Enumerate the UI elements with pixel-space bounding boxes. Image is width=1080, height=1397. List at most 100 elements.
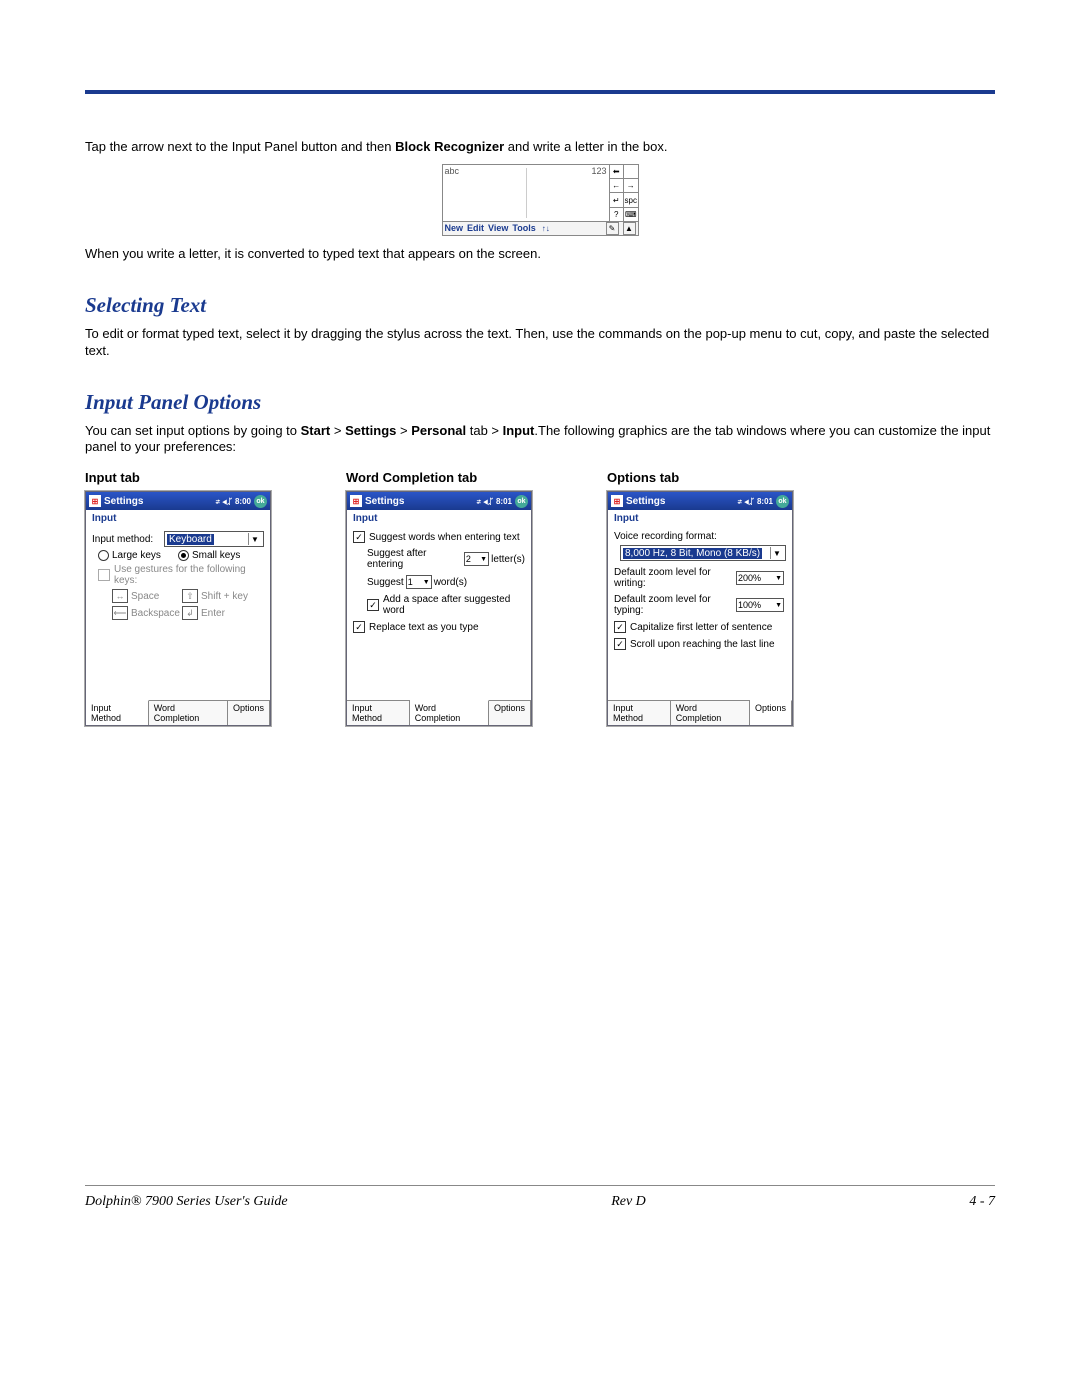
gesture-space-label: Space: [131, 591, 159, 602]
footer-right: 4 - 7: [969, 1194, 995, 1210]
ok-button[interactable]: ok: [776, 495, 789, 508]
tab-options[interactable]: Options: [489, 701, 531, 725]
col-title-input: Input tab: [85, 470, 271, 485]
tab-word-completion[interactable]: Word Completion: [149, 701, 228, 725]
window-subtitle: Input: [608, 510, 792, 527]
ok-button[interactable]: ok: [254, 495, 267, 508]
tab-input-method[interactable]: Input Method: [86, 700, 149, 725]
chevron-down-icon: ▼: [423, 579, 430, 586]
suggest-after-label-a: Suggest after entering: [367, 548, 462, 570]
col-title-options: Options tab: [607, 470, 793, 485]
block-recognizer-canvas: abc 123: [443, 165, 610, 221]
zoom-type-dropdown[interactable]: 100%▼: [736, 598, 784, 612]
voice-format-label: Voice recording format:: [614, 531, 786, 542]
signal-icon: ⇄ ◀ᛢ: [476, 497, 493, 506]
right-icon: →: [624, 179, 638, 192]
block-recognizer-figure: abc 123 ⬅ ←→ ↵spc ?⌨ New Edit View Tools…: [442, 164, 639, 236]
voice-format-value: 8,000 Hz, 8 Bit, Mono (8 KB/s): [623, 548, 762, 559]
suggest-words-label: Suggest words when entering text: [369, 532, 520, 543]
gesture-backspace-label: Backspace: [131, 608, 180, 619]
checkbox-add-space[interactable]: [367, 599, 379, 611]
checkbox-suggest-words[interactable]: [353, 531, 365, 543]
options-tab-screenshot: ⊞ Settings ⇄ ◀ᛢ 8:01 ok Input Voice reco…: [607, 491, 793, 726]
123-label: 123: [591, 166, 606, 176]
checkbox-use-gestures[interactable]: [98, 569, 110, 581]
zoom-write-dropdown[interactable]: 200% ▼: [736, 571, 784, 585]
menu-view: View: [488, 223, 508, 233]
ipb-a: You can set input options by going to: [85, 423, 301, 438]
chevron-down-icon: ▼: [775, 575, 782, 582]
tab-word-completion[interactable]: Word Completion: [410, 700, 489, 725]
chevron-down-icon: ▼: [480, 556, 487, 563]
use-gestures-label: Use gestures for the following keys:: [114, 564, 264, 586]
footer-center: Rev D: [611, 1194, 646, 1210]
suggest-n-label-b: word(s): [434, 577, 467, 588]
gesture-space-icon: ↔: [112, 589, 128, 603]
abc-label: abc: [445, 166, 460, 176]
signal-icon: ⇄ ◀ᛢ: [215, 497, 232, 506]
wordcompletion-tab-screenshot: ⊞ Settings ⇄ ◀ᛢ 8:01 ok Input Suggest wo…: [346, 491, 532, 726]
tab-options[interactable]: Options: [750, 700, 792, 725]
zoom-type-value: 100%: [738, 600, 761, 610]
footer-rule: [85, 1185, 995, 1186]
triangle-up-icon: ▲: [623, 222, 636, 235]
input-method-value: Keyboard: [167, 534, 214, 545]
tab-word-completion[interactable]: Word Completion: [671, 701, 750, 725]
suggest-n-value: 1: [408, 577, 413, 587]
col-title-wordcompletion: Word Completion tab: [346, 470, 532, 485]
gesture-shift-icon: ⇧: [182, 589, 198, 603]
ipb-tabword: tab >: [466, 423, 503, 438]
empty-cell: [624, 165, 638, 178]
heading-input-panel-options: Input Panel Options: [85, 390, 995, 415]
windows-flag-icon: ⊞: [611, 495, 623, 507]
enter-icon: ↵: [610, 193, 625, 206]
updown-icon: ↑↓: [542, 224, 550, 233]
radio-large-keys[interactable]: [98, 550, 109, 561]
suggest-after-dropdown[interactable]: 2▼: [464, 552, 489, 566]
input-method-label: Input method:: [92, 534, 164, 545]
titlebar-text: Settings: [104, 496, 143, 507]
chevron-down-icon: ▼: [770, 547, 783, 559]
time-label: 8:00: [235, 497, 251, 506]
ok-button[interactable]: ok: [515, 495, 528, 508]
tab-input-method[interactable]: Input Method: [347, 701, 410, 725]
gesture-enter-icon: ↲: [182, 606, 198, 620]
time-label: 8:01: [757, 497, 773, 506]
suggest-n-label-a: Suggest: [367, 577, 404, 588]
top-rule: [85, 90, 995, 94]
scroll-label: Scroll upon reaching the last line: [630, 639, 775, 650]
suggest-after-label-b: letter(s): [491, 554, 525, 565]
voice-format-dropdown[interactable]: 8,000 Hz, 8 Bit, Mono (8 KB/s) ▼: [620, 545, 786, 561]
intro-line1: Tap the arrow next to the Input Panel bu…: [85, 139, 995, 156]
space-key: spc: [624, 193, 638, 206]
window-subtitle: Input: [86, 510, 270, 527]
window-subtitle: Input: [347, 510, 531, 527]
keyboard-icon: ⌨: [624, 208, 638, 221]
zoom-write-value: 200%: [738, 573, 761, 583]
heading-selecting-text: Selecting Text: [85, 293, 995, 318]
input-tab-screenshot: ⊞ Settings ⇄ ◀ᛢ 8:00 ok Input Input meth…: [85, 491, 271, 726]
selecting-text-body: To edit or format typed text, select it …: [85, 326, 995, 360]
gesture-enter-label: Enter: [201, 608, 225, 619]
ipb-gt1: >: [330, 423, 345, 438]
checkbox-capitalize[interactable]: [614, 621, 626, 633]
radio-small-keys[interactable]: [178, 550, 189, 561]
input-method-dropdown[interactable]: Keyboard ▼: [164, 531, 264, 547]
intro-line2: When you write a letter, it is converted…: [85, 246, 995, 263]
tab-options[interactable]: Options: [228, 701, 270, 725]
signal-icon: ⇄ ◀ᛢ: [737, 497, 754, 506]
suggest-after-value: 2: [466, 554, 471, 564]
capitalize-label: Capitalize first letter of sentence: [630, 622, 772, 633]
suggest-n-dropdown[interactable]: 1▼: [406, 575, 432, 589]
pen-icon: ✎: [606, 222, 619, 235]
tab-input-method[interactable]: Input Method: [608, 701, 671, 725]
checkbox-replace-text[interactable]: [353, 621, 365, 633]
left-icon: ←: [610, 179, 625, 192]
ipb-personal: Personal: [411, 423, 466, 438]
checkbox-scroll[interactable]: [614, 638, 626, 650]
replace-text-label: Replace text as you type: [369, 622, 479, 633]
intro-line1b: Block Recognizer: [395, 139, 504, 154]
help-icon: ?: [610, 208, 625, 221]
time-label: 8:01: [496, 497, 512, 506]
ipb-settings: Settings: [345, 423, 396, 438]
